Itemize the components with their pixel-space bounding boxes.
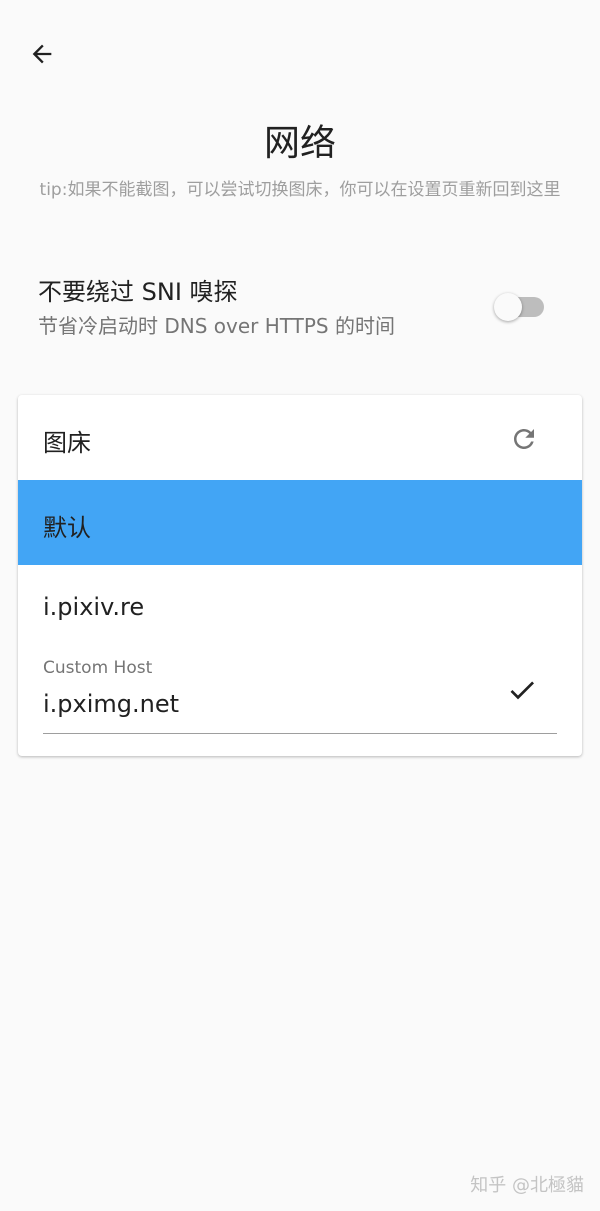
custom-host-label: Custom Host (43, 658, 153, 678)
sni-toggle[interactable] (494, 293, 544, 321)
tip-text: tip:如果不能截图，可以尝试切换图床，你可以在设置页重新回到这里 (39, 180, 561, 200)
custom-host-field: Custom Host (18, 650, 582, 756)
sni-setting-row[interactable]: 不要绕过 SNI 嗅探 节省冷启动时 DNS over HTTPS 的时间 (38, 276, 560, 346)
page-title: 网络 (263, 123, 336, 164)
host-option-pixiv-re[interactable]: i.pixiv.re (18, 565, 582, 650)
custom-host-input[interactable] (43, 686, 483, 722)
arrow-back-icon (32, 44, 52, 64)
host-option-default[interactable]: 默认 (18, 480, 582, 565)
input-underline (43, 733, 557, 734)
sni-setting-subtitle: 节省冷启动时 DNS over HTTPS 的时间 (38, 314, 395, 338)
back-button[interactable] (22, 34, 62, 74)
host-option-label: 默认 (43, 514, 91, 542)
image-host-card: 图床 默认 i.pixiv.re Custom Host (18, 395, 582, 756)
card-header: 图床 (18, 395, 582, 480)
refresh-button[interactable] (506, 421, 542, 457)
sni-setting-title: 不要绕过 SNI 嗅探 (38, 278, 238, 306)
watermark: 知乎 @北極貓 (470, 1175, 584, 1196)
host-option-label: i.pixiv.re (43, 593, 145, 621)
refresh-icon (514, 429, 534, 449)
image-host-title: 图床 (43, 429, 91, 457)
toggle-thumb (494, 293, 522, 321)
check-icon[interactable] (506, 674, 538, 706)
